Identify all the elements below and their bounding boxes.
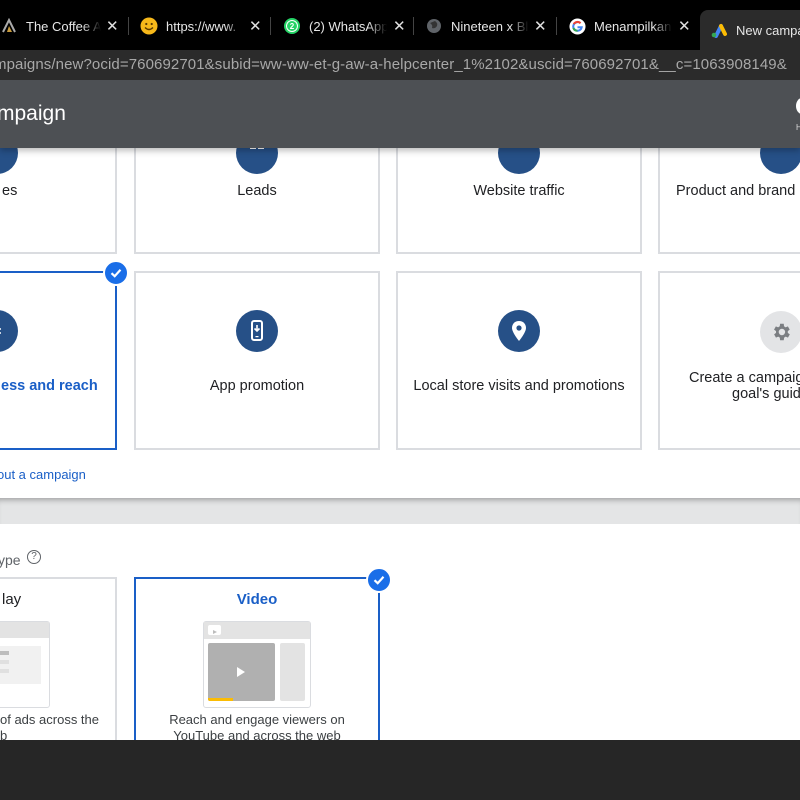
google-icon — [568, 17, 586, 35]
objective-label-line: goal's guid — [732, 386, 800, 402]
objective-card-local-store[interactable]: Local store visits and promotions — [396, 271, 642, 450]
objective-card-awareness-reach[interactable]: ess and reach — [0, 271, 117, 450]
tab-title: https://www. — [166, 18, 237, 34]
tab-separator — [413, 17, 414, 35]
campaign-type-title: Video — [236, 591, 278, 608]
page-content: mpaign H es Leads Website traffic Produc… — [0, 80, 800, 740]
objective-label-line: Create a campaig — [689, 370, 800, 386]
phone-download-icon — [236, 310, 278, 352]
campaign-type-title: lay — [2, 591, 22, 608]
selected-check-icon — [103, 260, 129, 286]
objective-label: es — [2, 183, 18, 199]
desc-line: of ads across the — [0, 712, 99, 727]
close-tab-icon[interactable]: ✕ — [534, 17, 547, 35]
objective-label: Product and brand c — [676, 183, 800, 199]
close-tab-icon[interactable]: ✕ — [249, 17, 262, 35]
globe-icon — [425, 17, 443, 35]
tab-title: New campaign — [736, 22, 800, 38]
objective-label: App promotion — [209, 378, 305, 394]
tab-smiley[interactable]: https://www. ✕ — [140, 12, 265, 40]
tab-title: (2) WhatsApp — [309, 18, 387, 34]
campaign-type-desc: of ads across the b — [0, 712, 115, 740]
awareness-icon — [0, 310, 18, 352]
tab-new-campaign[interactable]: New campaign — [700, 10, 800, 50]
tab-title: Menampilkan — [594, 18, 672, 34]
tab-separator — [270, 17, 271, 35]
objective-card-no-goal[interactable]: Create a campaig goal's guid — [658, 271, 800, 450]
tab-whatsapp[interactable]: 2 (2) WhatsApp ✕ — [283, 12, 408, 40]
objective-label: Local store visits and promotions — [413, 378, 625, 394]
tab-separator — [556, 17, 557, 35]
desc-line: b — [0, 728, 8, 740]
objective-label: Create a campaig goal's guid — [689, 370, 800, 402]
screen-bottom-bar — [0, 740, 800, 800]
browser-tab-strip: The Coffee A ✕ https://www. ✕ 2 (2) What… — [0, 0, 800, 50]
objective-label: ess and reach — [1, 378, 98, 394]
tab-title: Nineteen x Bl — [451, 18, 529, 34]
desc-line: YouTube and across the web — [173, 728, 341, 740]
video-illustration — [203, 621, 311, 708]
tab-separator — [128, 17, 129, 35]
tab-google-search[interactable]: Menampilkan ✕ — [568, 12, 693, 40]
tab-nineteen[interactable]: Nineteen x Bl ✕ — [425, 12, 550, 40]
google-ads-icon — [710, 21, 728, 39]
help-icon[interactable] — [796, 98, 800, 114]
gear-icon — [760, 311, 800, 353]
address-bar[interactable]: mpaigns/new?ocid=760692701&subid=ww-ww-e… — [0, 50, 800, 80]
page-title: mpaign — [0, 102, 66, 125]
youtube-play-icon — [208, 625, 221, 635]
page-header: mpaign H — [0, 80, 800, 148]
close-tab-icon[interactable]: ✕ — [393, 17, 406, 35]
close-tab-icon[interactable]: ✕ — [106, 17, 119, 35]
campaign-type-card-display[interactable]: lay of ads across the b — [0, 577, 117, 740]
campaign-type-desc: Reach and engage viewers on YouTube and … — [136, 712, 378, 740]
display-illustration — [0, 621, 50, 708]
help-question-icon[interactable]: ? — [27, 550, 41, 564]
location-pin-icon — [498, 310, 540, 352]
url-text[interactable]: mpaigns/new?ocid=760692701&subid=ww-ww-e… — [0, 56, 787, 73]
campaign-type-card-video[interactable]: Video Reach and engage viewers on YouTub… — [134, 577, 380, 740]
campaign-type-label: ype — [0, 552, 21, 568]
whatsapp-icon: 2 — [283, 17, 301, 35]
smiley-icon — [140, 17, 158, 35]
selected-check-icon — [366, 567, 392, 593]
objective-card-app-promotion[interactable]: App promotion — [134, 271, 380, 450]
whatsapp-badge: 2 — [290, 22, 295, 31]
objective-label: Leads — [237, 183, 277, 199]
section-divider — [0, 498, 800, 524]
tab-title: The Coffee A — [26, 18, 101, 34]
learn-about-campaign-link[interactable]: out a campaign — [0, 467, 86, 482]
tab-coffee[interactable]: The Coffee A ✕ — [0, 12, 125, 40]
close-tab-icon[interactable]: ✕ — [678, 17, 691, 35]
desc-line: Reach and engage viewers on — [169, 712, 345, 727]
video-player-graphic — [208, 643, 275, 701]
coffee-logo-icon — [0, 17, 18, 35]
objective-label: Website traffic — [473, 183, 565, 199]
help-label: H — [796, 123, 800, 132]
